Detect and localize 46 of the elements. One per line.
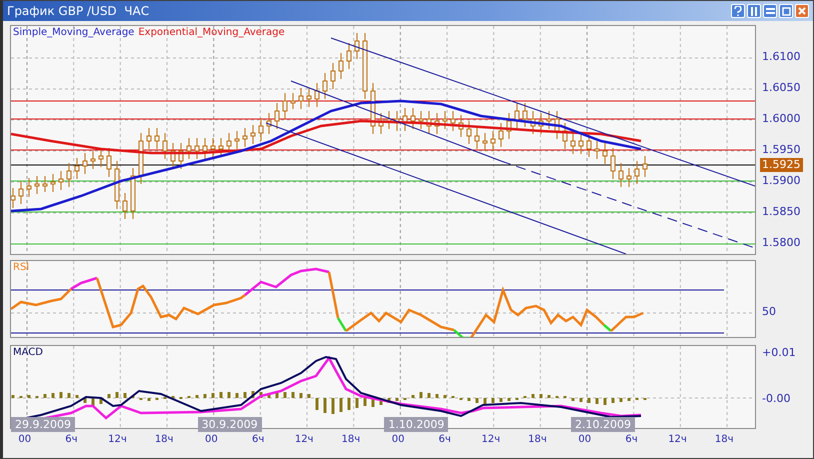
pause-button[interactable] [747,4,761,18]
legend-label: Simple_Moving_Average [13,27,134,38]
hour-label: 12ч [482,434,500,445]
price-axis-label: 1.5800 [762,236,800,250]
hour-label: 12ч [668,434,687,445]
price-axis-label: 1.5900 [762,174,800,188]
hour-label: 00 [205,434,218,445]
minimize-button[interactable] [763,4,777,18]
hour-label: 00 [578,434,592,445]
hour-label: 18ч [714,434,734,445]
pause-icon [750,6,758,16]
legend-label: Exponential_Moving_Average [138,27,285,38]
maximize-icon [782,6,790,16]
close-button[interactable] [795,4,809,18]
current-price-tag: 1.5925 [760,158,802,172]
price-axis-label: 1.6100 [762,50,800,64]
hour-label: 12ч [108,434,127,445]
date-label: 2.10.2009 [571,417,636,432]
hour-label: 00 [18,434,32,445]
minimize-icon [766,7,774,15]
rsi-label: RSI [13,262,30,273]
price-axis-label: 1.5950 [762,143,800,157]
hour-label: 00 [392,434,404,445]
price-axis-label: 1.6000 [762,112,800,126]
macd-axis-label: -0.00 [762,392,790,406]
window-title: График GBP /USD ЧАС [7,4,150,18]
help-icon [734,6,742,16]
hour-label: 6ч [625,434,638,445]
hour-label: 18ч [342,434,360,445]
date-label: 30.9.2009 [198,417,262,432]
price-axis-label: 1.6050 [762,81,800,95]
rsi-axis-label: 50 [762,305,776,319]
date-label: 29.9.2009 [11,417,75,432]
hour-label: 18ч [528,434,547,445]
date-label: 1.10.2009 [384,417,448,432]
hour-label: 12ч [294,434,314,445]
close-icon [798,7,806,15]
hour-label: 18ч [154,434,174,445]
macd-label: MACD [13,347,43,358]
hour-label: 6ч [65,434,78,445]
hour-label: 6ч [252,434,264,445]
maximize-button[interactable] [779,4,793,18]
help-button[interactable] [731,4,745,18]
hour-label: 6ч [438,434,451,445]
macd-axis-label: +0.01 [762,346,796,360]
price-axis-label: 1.5850 [762,205,800,219]
